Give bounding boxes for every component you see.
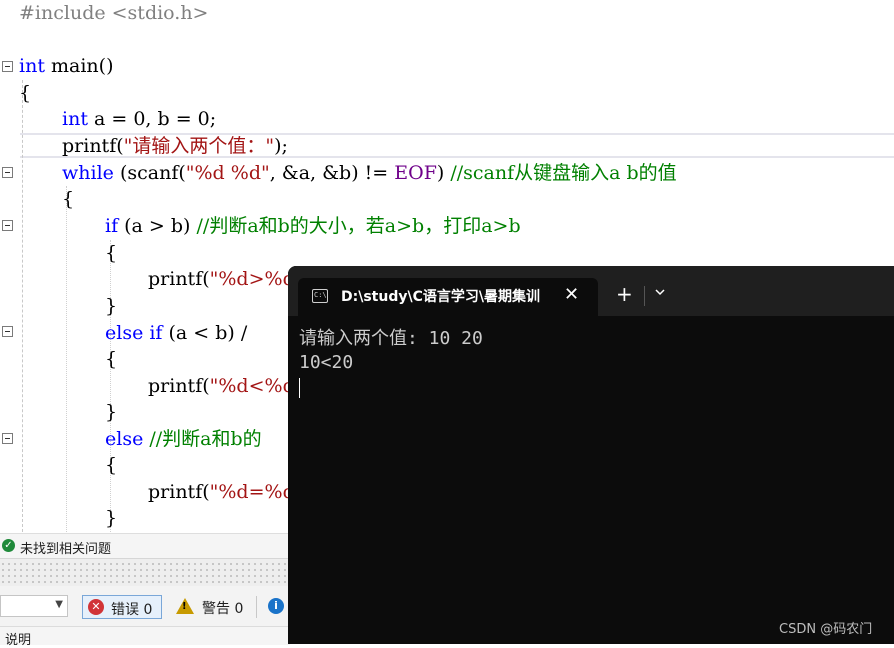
code-line: { bbox=[105, 454, 118, 476]
code-line: int main() bbox=[19, 55, 114, 77]
terminal-cursor bbox=[299, 378, 300, 398]
fold-toggle-icon[interactable] bbox=[2, 220, 13, 231]
code-line: { bbox=[105, 242, 118, 264]
cmd-icon: C:\ bbox=[312, 289, 328, 303]
chevron-down-icon[interactable] bbox=[654, 286, 666, 298]
close-icon[interactable]: ✕ bbox=[564, 284, 579, 305]
warnings-filter-button[interactable]: 警告 0 bbox=[202, 598, 243, 618]
info-circle-icon[interactable]: i bbox=[268, 598, 284, 614]
x-circle-icon: ✕ bbox=[88, 599, 104, 615]
fold-toggle-icon[interactable] bbox=[2, 167, 13, 178]
error-list-header: 说明 bbox=[0, 626, 290, 648]
errors-filter-button[interactable]: ✕ 错误 0 bbox=[82, 595, 162, 619]
code-line: { bbox=[19, 82, 32, 104]
new-tab-button[interactable]: + bbox=[616, 284, 633, 304]
fold-toggle-icon[interactable] bbox=[2, 326, 13, 337]
watermark: CSDN @码农门 bbox=[779, 622, 873, 637]
code-line: printf("%d<%d bbox=[148, 375, 295, 397]
terminal-window[interactable]: C:\ D:\study\C语言学习\暑期集训 ✕ + 请输入两个值: 10 2… bbox=[288, 266, 894, 644]
toolbar-separator bbox=[256, 596, 257, 618]
code-line: { bbox=[62, 188, 75, 210]
code-line: printf("%d=%d bbox=[148, 481, 295, 503]
terminal-tab[interactable]: C:\ D:\study\C语言学习\暑期集训 ✕ bbox=[298, 278, 598, 316]
error-list-toolbar: ▼ ✕ 错误 0 ! 警告 0 i bbox=[0, 586, 290, 626]
code-line: #include <stdio.h> bbox=[19, 2, 209, 24]
outline-guide bbox=[22, 80, 23, 532]
code-line: int a = 0, b = 0; bbox=[62, 108, 217, 130]
editor-status-bar: ✓ 未找到相关问题 bbox=[0, 533, 290, 558]
scope-dropdown[interactable]: ▼ bbox=[0, 595, 68, 617]
chevron-down-icon: ▼ bbox=[55, 599, 63, 610]
code-line: printf("%d>%d bbox=[148, 268, 295, 290]
code-line: else if (a < b) / bbox=[105, 322, 248, 344]
indent-guide bbox=[110, 240, 111, 532]
code-line: } bbox=[105, 401, 118, 423]
check-circle-icon: ✓ bbox=[2, 539, 15, 552]
code-line: else //判断a和b的 bbox=[105, 428, 262, 450]
errors-count: 错误 0 bbox=[111, 602, 153, 618]
tab-title: D:\study\C语言学习\暑期集训 bbox=[341, 289, 540, 305]
indent-guide bbox=[66, 186, 67, 532]
terminal-titlebar[interactable]: C:\ D:\study\C语言学习\暑期集训 ✕ + bbox=[288, 266, 894, 316]
fold-toggle-icon[interactable] bbox=[2, 433, 13, 444]
code-line: { bbox=[105, 348, 118, 370]
warning-triangle-icon[interactable]: ! bbox=[176, 598, 194, 614]
code-line: } bbox=[105, 295, 118, 317]
issues-status: 未找到相关问题 bbox=[20, 542, 112, 557]
terminal-output-line: 请输入两个值: 10 20 bbox=[299, 328, 483, 349]
tab-separator bbox=[644, 286, 645, 306]
code-line: } bbox=[105, 507, 118, 529]
code-line: while (scanf("%d %d", &a, &b) != EOF) //… bbox=[62, 162, 677, 184]
code-line: printf("请输入两个值："); bbox=[62, 135, 288, 157]
code-line: if (a > b) //判断a和b的大小，若a>b，打印a>b bbox=[105, 215, 521, 237]
description-column-header[interactable]: 说明 bbox=[5, 629, 31, 648]
panel-splitter[interactable] bbox=[0, 558, 290, 587]
terminal-output-line: 10<20 bbox=[299, 352, 354, 373]
fold-toggle-icon[interactable] bbox=[2, 61, 13, 72]
